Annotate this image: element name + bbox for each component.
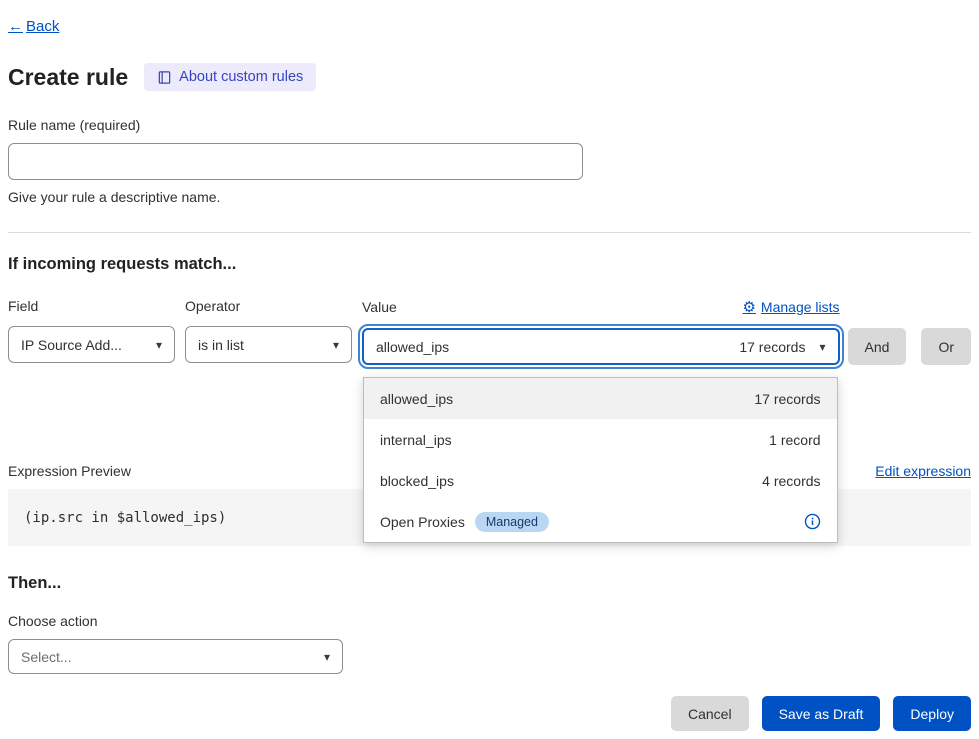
back-label: Back: [26, 18, 59, 35]
list-option-blocked-ips[interactable]: blocked_ips 4 records: [364, 460, 837, 501]
about-custom-rules-label: About custom rules: [179, 69, 303, 85]
chevron-down-icon: ▾: [156, 338, 162, 352]
list-option-records: 1 record: [769, 432, 820, 448]
list-option-internal-ips[interactable]: internal_ips 1 record: [364, 419, 837, 460]
action-select-placeholder: Select...: [21, 649, 72, 665]
section-divider: [8, 232, 971, 233]
value-select-records: 17 records: [739, 339, 805, 355]
list-option-open-proxies[interactable]: Open Proxies Managed: [364, 501, 837, 542]
back-link[interactable]: ← Back: [8, 18, 59, 35]
value-label-row: Value ⚙ Manage lists: [362, 298, 840, 316]
list-option-name: allowed_ips: [380, 391, 453, 407]
cancel-button[interactable]: Cancel: [671, 696, 749, 731]
chevron-down-icon: ▾: [333, 338, 339, 352]
match-section-heading: If incoming requests match...: [8, 255, 971, 274]
value-column: Value ⚙ Manage lists allowed_ips 17 reco…: [362, 298, 840, 365]
operator-select-value: is in list: [198, 337, 244, 353]
rule-name-label: Rule name (required): [8, 117, 971, 133]
list-option-records: 4 records: [762, 473, 820, 489]
managed-badge: Managed: [475, 512, 549, 532]
list-dropdown: allowed_ips 17 records internal_ips 1 re…: [363, 377, 838, 543]
info-icon[interactable]: [804, 513, 821, 530]
operator-column: Operator is in list ▾: [185, 298, 352, 363]
choose-action-label: Choose action: [8, 613, 971, 629]
deploy-button[interactable]: Deploy: [893, 696, 971, 731]
manage-lists-label: Manage lists: [761, 299, 840, 315]
rule-name-input[interactable]: [8, 143, 583, 180]
rule-name-helper: Give your rule a descriptive name.: [8, 189, 971, 205]
field-column: Field IP Source Add... ▾: [8, 298, 175, 363]
list-option-left: Open Proxies Managed: [380, 512, 549, 532]
manage-lists-link[interactable]: ⚙ Manage lists: [742, 298, 839, 316]
operator-select[interactable]: is in list ▾: [185, 326, 352, 363]
expression-code: (ip.src in $allowed_ips): [24, 510, 226, 526]
action-select[interactable]: Select... ▾: [8, 639, 343, 674]
chevron-down-icon: ▾: [819, 340, 825, 354]
about-custom-rules-link[interactable]: About custom rules: [144, 63, 316, 91]
list-option-allowed-ips[interactable]: allowed_ips 17 records: [364, 378, 837, 419]
chevron-down-icon: ▾: [324, 650, 330, 664]
page-header: Create rule About custom rules: [8, 63, 971, 91]
list-option-name: internal_ips: [380, 432, 452, 448]
value-select-value: allowed_ips: [376, 339, 449, 355]
operator-label: Operator: [185, 298, 352, 314]
rule-name-group: Rule name (required) Give your rule a de…: [8, 117, 971, 205]
list-option-name: blocked_ips: [380, 473, 454, 489]
list-option-records: 17 records: [754, 391, 820, 407]
expression-preview-label: Expression Preview: [8, 463, 131, 479]
book-icon: [157, 70, 172, 85]
and-button[interactable]: And: [848, 328, 907, 365]
edit-expression-link[interactable]: Edit expression: [875, 463, 971, 479]
field-select[interactable]: IP Source Add... ▾: [8, 326, 175, 363]
footer-actions: Cancel Save as Draft Deploy: [8, 696, 971, 731]
list-option-name: Open Proxies: [380, 514, 465, 530]
page-title: Create rule: [8, 64, 128, 91]
andor-buttons: And Or: [848, 328, 971, 365]
value-label: Value: [362, 299, 397, 315]
value-select[interactable]: allowed_ips 17 records ▾: [362, 328, 840, 365]
field-select-value: IP Source Add...: [21, 337, 122, 353]
then-section-heading: Then...: [8, 574, 971, 593]
match-controls-row: Field IP Source Add... ▾ Operator is in …: [8, 298, 971, 365]
back-arrow-icon: ←: [8, 18, 23, 35]
field-label: Field: [8, 298, 175, 314]
save-draft-button[interactable]: Save as Draft: [762, 696, 881, 731]
gear-icon: ⚙: [742, 298, 755, 316]
or-button[interactable]: Or: [921, 328, 971, 365]
